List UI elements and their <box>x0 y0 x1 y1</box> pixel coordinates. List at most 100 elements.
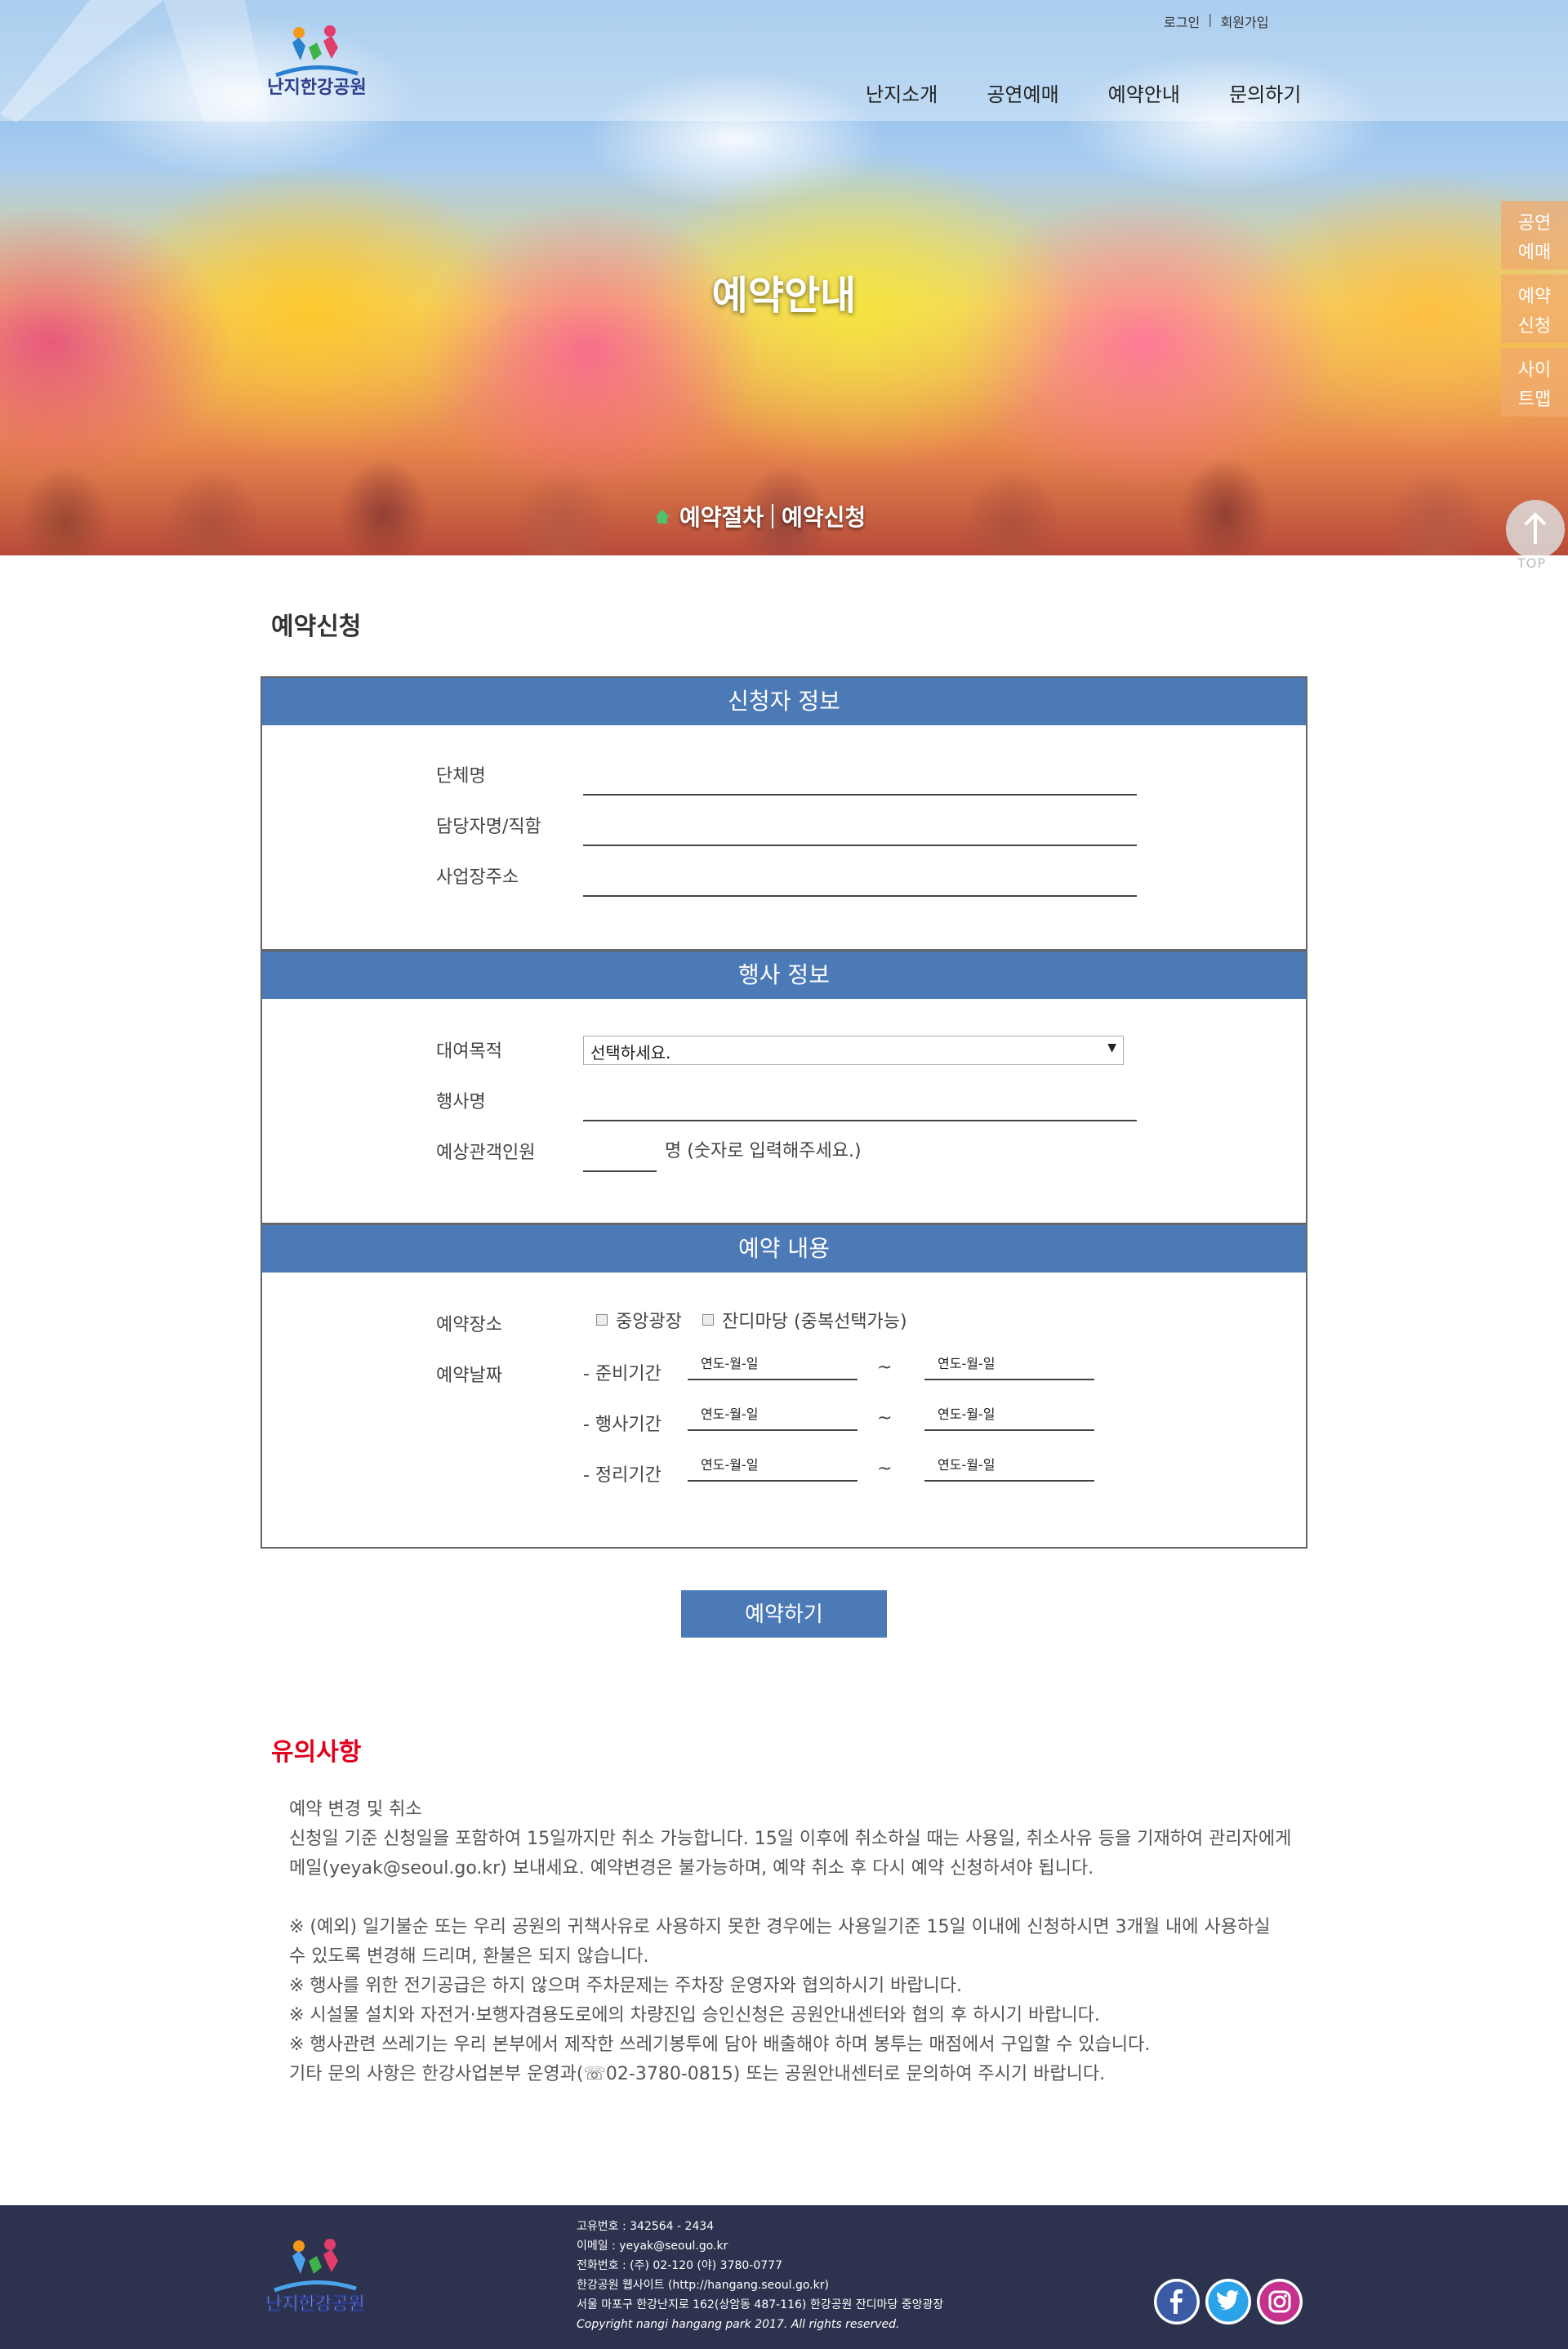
place-option-label: 잔디마당 (중복선택가능) <box>722 1312 907 1332</box>
event-start-date[interactable]: 연도-월-일 <box>688 1398 858 1431</box>
notice-line: 기타 문의 사항은 한강사업본부 운영과(☏02-3780-0815) 또는 공… <box>289 2064 1106 2084</box>
section-title: 신청자 정보 <box>262 678 1306 725</box>
nav-reservation[interactable]: 예약안내 <box>1084 78 1205 107</box>
signup-link[interactable]: 회원가입 <box>1221 11 1269 31</box>
footer-phone: 전화번호 : (주) 02-120 (야) 3780-0777 <box>577 2259 782 2272</box>
checkbox[interactable] <box>702 1314 715 1326</box>
notice-title: 유의사항 <box>271 1738 362 1767</box>
place-option-label: 중앙광장 <box>616 1312 682 1332</box>
notice-line: ※ 시설물 설치와 자전거·보행자겸용도로에의 차량진입 승인신청은 공원안내센… <box>289 2005 1100 2026</box>
section-title: 행사 정보 <box>262 952 1306 999</box>
twitter-link[interactable] <box>1205 2279 1251 2324</box>
scroll-top-button[interactable] <box>1506 500 1565 555</box>
site-logo[interactable]: 난지한강공원 <box>260 18 374 100</box>
place-option-central-plaza[interactable]: 중앙광장 <box>596 1307 682 1333</box>
notice-line: 메일(yeyak@seoul.go.kr) 보내세요. 예약변경은 불가능하며,… <box>289 1858 1094 1879</box>
event-name-label: 행사명 <box>436 1092 486 1112</box>
cleanup-end-date[interactable]: 연도-월-일 <box>924 1449 1094 1482</box>
range-tilde: ~ <box>877 1408 893 1429</box>
scroll-top-label: TOP <box>1517 555 1547 571</box>
footer: 난지한강공원 고유번호 : 342564 - 2434 이메일 : yeyak@… <box>0 2205 1568 2349</box>
prep-end-date[interactable]: 연도-월-일 <box>924 1348 1094 1380</box>
footer-website: 한강공원 웹사이트 (http://hangang.seoul.go.kr) <box>577 2279 829 2292</box>
nav-inquiry[interactable]: 문의하기 <box>1205 78 1325 107</box>
footer-address: 서울 마포구 한강난지로 162(상암동 487-116) 한강공원 잔디마당 … <box>577 2298 944 2311</box>
quick-link-label: 공연 <box>1517 213 1552 234</box>
top-header-bar <box>0 0 1568 121</box>
notice-line-blank <box>289 1883 1294 1913</box>
notice-line: 신청일 기준 신청일을 포함하여 15일까지만 취소 가능합니다. 15일 이후… <box>289 1829 1292 1849</box>
arrow-up-icon <box>1524 512 1547 544</box>
instagram-icon <box>1257 2279 1303 2324</box>
notice-line: ※ (예외) 일기불순 또는 우리 공원의 귀책사유로 사용하지 못한 경우에는… <box>289 1917 1271 1937</box>
audience-hint: 명 (숫자로 입력해주세요.) <box>665 1141 862 1161</box>
nav-tickets[interactable]: 공연예매 <box>962 78 1083 107</box>
sub-tabs: 예약절차 예약신청 <box>653 500 866 533</box>
quick-link-label: 예매 <box>1517 243 1552 263</box>
quick-link-tickets[interactable]: 공연 예매 <box>1501 201 1568 270</box>
quick-link-sitemap[interactable]: 사이 트맵 <box>1501 348 1568 417</box>
util-separator: | <box>1208 11 1213 27</box>
quick-menu: 공연 예매 예약 신청 사이 트맵 <box>1501 201 1568 421</box>
hero-banner: 난지한강공원 로그인 | 회원가입 난지소개 공연예매 예약안내 문의하기 예약… <box>0 0 1568 555</box>
cleanup-period-label: - 정리기간 <box>583 1465 662 1486</box>
applicant-info-section: 신청자 정보 단체명 담당자명/직함 사업장주소 <box>261 676 1307 951</box>
purpose-label: 대여목적 <box>436 1041 502 1062</box>
footer-logo[interactable]: 난지한강공원 <box>258 2230 372 2320</box>
cleanup-start-date[interactable]: 연도-월-일 <box>688 1449 858 1482</box>
quick-link-label: 신청 <box>1517 316 1552 337</box>
date-label: 예약날짜 <box>436 1366 502 1386</box>
event-info-section: 행사 정보 대여목적 행사명 예상관객인원 명 (숫자로 입력해주세요.) 선택… <box>261 950 1307 1224</box>
quick-link-label: 트맵 <box>1517 390 1552 410</box>
quick-link-label: 사이 <box>1517 360 1552 381</box>
place-label: 예약장소 <box>436 1315 502 1335</box>
twitter-icon <box>1205 2279 1251 2324</box>
svg-text:난지한강공원: 난지한강공원 <box>267 78 366 98</box>
notice-line: 수 있도록 변경해 드리며, 환불은 되지 않습니다. <box>289 1946 649 1967</box>
utility-links: 로그인 | 회원가입 <box>1164 11 1268 31</box>
caret-down-icon: ▼ <box>1107 1041 1116 1054</box>
manager-name-field[interactable] <box>583 845 1137 846</box>
event-name-field[interactable] <box>583 1120 1137 1121</box>
notice-line: ※ 행사관련 쓰레기는 우리 본부에서 제작한 쓰레기봉투에 담아 배출해야 하… <box>289 2035 1151 2055</box>
notice-line: 예약 변경 및 취소 <box>289 1799 422 1820</box>
tab-reservation-process[interactable]: 예약절차 <box>679 500 764 533</box>
footer-reg-number: 고유번호 : 342564 - 2434 <box>577 2220 715 2233</box>
footer-email: 이메일 : yeyak@seoul.go.kr <box>577 2240 728 2253</box>
footer-copyright: Copyright nangi hangang park 2017. All r… <box>577 2318 900 2331</box>
purpose-select-value: 선택하세요. <box>590 1043 671 1063</box>
group-name-label: 단체명 <box>436 766 486 787</box>
quick-link-label: 예약 <box>1517 287 1552 307</box>
notice-line: ※ 행사를 위한 전기공급은 하지 않으며 주차문제는 주차장 운영자와 협의하… <box>289 1976 963 1996</box>
quick-link-reservation[interactable]: 예약 신청 <box>1501 274 1568 343</box>
business-address-field[interactable] <box>583 895 1137 897</box>
tab-divider <box>772 504 774 528</box>
prep-period-label: - 준비기간 <box>583 1364 662 1384</box>
tab-reservation-apply[interactable]: 예약신청 <box>782 500 866 533</box>
prep-start-date[interactable]: 연도-월-일 <box>688 1348 858 1380</box>
event-end-date[interactable]: 연도-월-일 <box>924 1398 1094 1431</box>
login-link[interactable]: 로그인 <box>1164 11 1200 31</box>
event-period-label: - 행사기간 <box>583 1415 662 1435</box>
reservation-details-section: 예약 내용 예약장소 중앙광장 잔디마당 (중복선택가능) 예약날짜 - 준비기… <box>261 1224 1307 1549</box>
audience-count-field[interactable] <box>583 1170 657 1172</box>
instagram-link[interactable] <box>1257 2279 1303 2324</box>
home-icon[interactable] <box>653 507 671 525</box>
place-option-lawn[interactable]: 잔디마당 (중복선택가능) <box>702 1307 907 1333</box>
place-options: 중앙광장 잔디마당 (중복선택가능) <box>596 1307 924 1333</box>
audience-label: 예상관객인원 <box>436 1143 536 1163</box>
facebook-link[interactable] <box>1154 2279 1200 2324</box>
nav-intro[interactable]: 난지소개 <box>841 78 962 107</box>
page-title: 예약신청 <box>271 613 362 641</box>
svg-text:난지한강공원: 난지한강공원 <box>265 2294 364 2315</box>
section-title: 예약 내용 <box>262 1225 1306 1273</box>
notice-body: 예약 변경 및 취소 신청일 기준 신청일을 포함하여 15일까지만 취소 가능… <box>289 1795 1294 2089</box>
facebook-icon <box>1154 2279 1200 2324</box>
business-address-label: 사업장주소 <box>436 867 519 888</box>
checkbox[interactable] <box>596 1314 608 1326</box>
main-nav: 난지소개 공연예매 예약안내 문의하기 <box>841 78 1325 107</box>
group-name-field[interactable] <box>583 794 1137 796</box>
purpose-select[interactable]: 선택하세요. ▼ <box>583 1036 1124 1065</box>
reserve-button[interactable]: 예약하기 <box>681 1590 887 1638</box>
hero-title: 예약안내 <box>711 273 857 319</box>
